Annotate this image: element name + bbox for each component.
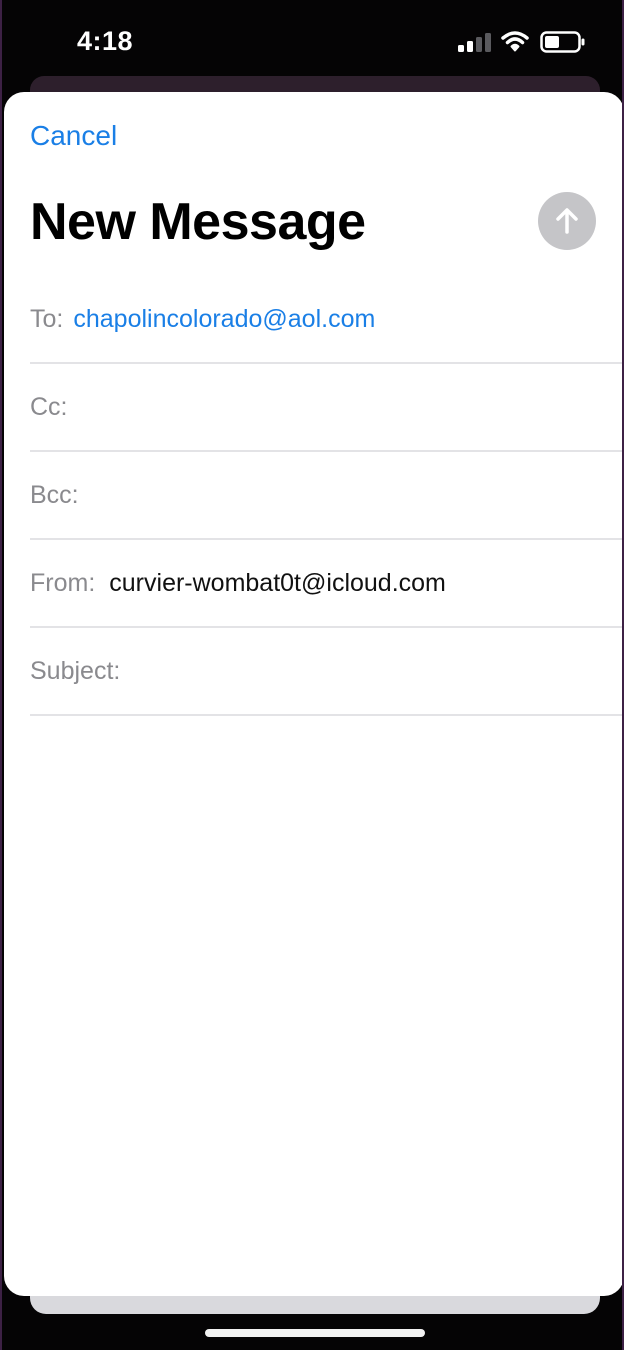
subject-input[interactable] (130, 628, 622, 714)
home-indicator[interactable] (205, 1329, 425, 1337)
bcc-input[interactable] (88, 452, 622, 538)
message-body[interactable] (30, 732, 600, 1272)
subject-label: Subject: (30, 656, 121, 685)
wifi-icon (501, 31, 529, 52)
to-recipient[interactable]: chapolincolorado@aol.com (73, 305, 375, 334)
signal-icon (458, 33, 491, 52)
bcc-label: Bcc: (30, 480, 79, 509)
status-time: 4:18 (77, 26, 134, 56)
page-title: New Message (30, 193, 366, 251)
compose-sheet: Cancel New Message To: chapolincolorado@… (4, 92, 622, 1296)
battery-icon (540, 31, 585, 53)
bcc-field[interactable]: Bcc: (30, 452, 622, 540)
to-field[interactable]: To: chapolincolorado@aol.com (30, 276, 622, 364)
cc-input[interactable] (77, 364, 622, 450)
cc-label: Cc: (30, 392, 68, 421)
from-address[interactable]: curvier-wombat0t@icloud.com (109, 569, 446, 598)
cc-field[interactable]: Cc: (30, 364, 622, 452)
to-label: To: (30, 304, 64, 333)
phone-screen: 4:18 Cancel New Message To: chapolincolo… (0, 0, 624, 1350)
status-bar: 4:18 (2, 0, 622, 86)
arrow-up-icon (556, 208, 578, 234)
from-label: From: (30, 568, 96, 597)
send-button[interactable] (538, 192, 596, 250)
from-field[interactable]: From: curvier-wombat0t@icloud.com (30, 540, 622, 628)
subject-field[interactable]: Subject: (30, 628, 622, 716)
cancel-button[interactable]: Cancel (30, 120, 117, 152)
header-fields: To: chapolincolorado@aol.com Cc: Bcc: Fr… (30, 276, 622, 716)
